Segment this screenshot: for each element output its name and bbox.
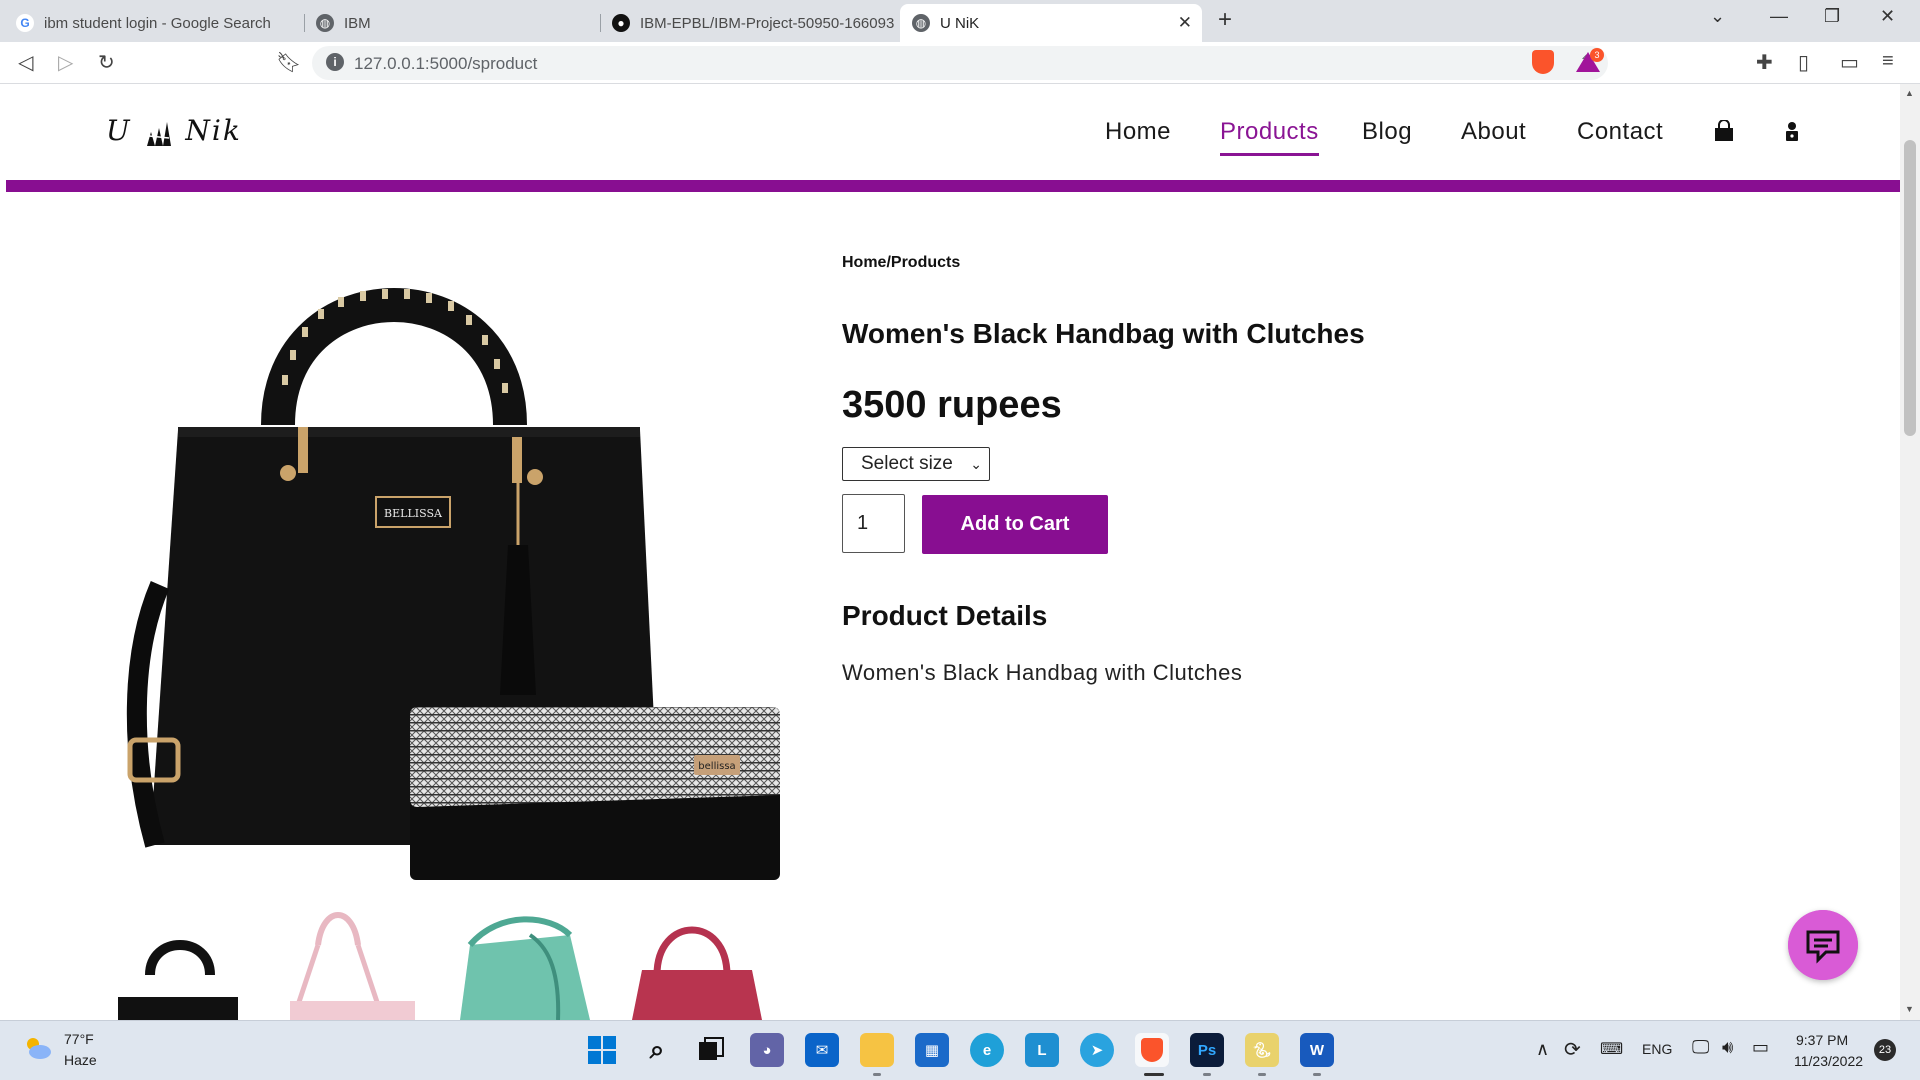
user-lock-icon[interactable] [1781,120,1803,142]
browser-toolbar: ◁ ▷ ↻ 🔖︎ i 127.0.0.1:5000/sproduct ⇪ [0,42,1920,84]
site-header: U Nik Home Products Blog About Contact [6,84,1900,180]
forward-icon[interactable]: ▷ [58,50,73,75]
scroll-down-arrow-icon[interactable]: ▼ [1905,1004,1914,1014]
weather-haze-icon[interactable] [22,1035,52,1061]
chat-button[interactable] [1788,910,1858,980]
bag-brand-label: BELLISSA [384,507,443,520]
file-explorer-icon[interactable] [860,1033,894,1067]
chevron-up-icon[interactable]: ∧ [1536,1039,1549,1060]
nav-contact[interactable]: Contact [1577,118,1663,146]
tab-github[interactable]: ● IBM-EPBL/IBM-Project-50950-166093 [600,4,900,42]
notification-badge[interactable]: 23 [1874,1039,1896,1061]
edge-icon[interactable]: e [970,1033,1004,1067]
rewards-badge: 3 [1590,48,1604,62]
thumbnail-teal-handbag[interactable] [440,905,615,1020]
tab-title: IBM-EPBL/IBM-Project-50950-166093 [640,14,895,32]
clock-date[interactable]: 11/23/2022 [1794,1053,1863,1069]
shopping-bag-icon[interactable] [1713,120,1735,142]
nav-home[interactable]: Home [1105,118,1171,146]
page-scrollbar[interactable]: ▲ ▼ [1900,84,1920,1020]
header-accent-bar [6,180,1900,192]
product-details-heading: Product Details [842,600,1048,631]
product-price: 3500 rupees [842,384,1062,426]
microsoft-store-icon[interactable]: ▦ [915,1033,949,1067]
clutch-brand-label: bellissa [698,761,735,772]
sync-icon[interactable]: ⟳ [1564,1037,1581,1062]
volume-icon[interactable]: 🔊︎ [1722,1037,1733,1058]
google-icon: G [16,14,34,32]
weather-temperature[interactable]: 77°F [64,1031,94,1047]
tab-google-search[interactable]: G ibm student login - Google Search [4,4,304,42]
telegram-icon[interactable]: ➤ [1080,1033,1114,1067]
back-icon[interactable]: ◁ [18,50,33,75]
bookmark-icon[interactable]: 🔖︎ [276,50,301,75]
brave-browser-icon[interactable] [1135,1033,1169,1067]
thumbnail-maroon-handbag[interactable] [612,905,787,1020]
tab-title: IBM [344,14,371,32]
nav-about[interactable]: About [1461,118,1526,146]
restore-icon[interactable]: ❐ [1824,6,1840,27]
tab-title: U NiK [940,14,980,32]
menu-icon[interactable]: ≡ [1882,50,1894,73]
clock-time[interactable]: 9:37 PM [1796,1032,1848,1048]
logo-bag-icon [146,121,171,146]
teams-chat-icon[interactable]: ◕ [750,1033,784,1067]
battery-icon[interactable]: ▭ [1752,1037,1769,1058]
browser-tab-bar: G ibm student login - Google Search ◍ IB… [0,0,1920,42]
language-indicator[interactable]: ENG [1642,1041,1672,1057]
nav-blog[interactable]: Blog [1362,118,1412,146]
globe-icon: ◍ [912,14,930,32]
reload-icon[interactable]: ↻ [98,50,115,75]
logo-letter: U [106,114,132,147]
scroll-thumb[interactable] [1904,140,1916,436]
task-view-icon[interactable] [694,1033,728,1067]
close-tab-icon[interactable]: ✕ [1178,13,1192,33]
minimize-icon[interactable]: — [1770,6,1788,27]
network-icon[interactable]: 🖵︎ [1692,1037,1709,1058]
logo-word: Nik [185,114,242,147]
size-select[interactable]: Select size ⌄ [842,447,990,481]
sidebar-icon[interactable]: ▯ [1798,50,1809,75]
globe-icon: ◍ [316,14,334,32]
add-to-cart-button[interactable]: Add to Cart [922,495,1108,554]
tab-ibm[interactable]: ◍ IBM [304,4,600,42]
product-main-image: BELLISSA bellissa [126,288,780,880]
github-icon: ● [612,14,630,32]
new-tab-icon[interactable]: + [1218,6,1232,34]
extensions-icon[interactable]: ✚ [1756,50,1773,75]
taskbar: 77°F Haze ⌕ ◕ ✉ ▦ e L ➤ Ps 🐍︎ W ∧ ⟳ ⌨ EN… [0,1020,1920,1080]
thumbnail-pink-handbag[interactable] [278,905,453,1020]
windows-start-icon[interactable] [585,1033,619,1067]
size-select-value: Select size [861,453,953,474]
site-logo[interactable]: U Nik [106,114,242,148]
product-details-text: Women's Black Handbag with Clutches [842,660,1243,685]
word-icon[interactable]: W [1300,1033,1334,1067]
mail-icon[interactable]: ✉ [805,1033,839,1067]
chevron-down-icon: ⌄ [970,456,982,472]
wallet-icon[interactable]: ▭ [1840,50,1859,75]
url-text[interactable]: 127.0.0.1:5000/sproduct [354,54,537,74]
keyboard-icon[interactable]: ⌨ [1600,1039,1623,1059]
address-bar[interactable]: i 127.0.0.1:5000/sproduct ⇪ [312,46,1608,80]
quantity-input[interactable]: 1 [842,494,905,553]
product-title: Women's Black Handbag with Clutches [842,318,1365,349]
tab-title: ibm student login - Google Search [44,14,271,32]
nav-products[interactable]: Products [1220,118,1319,156]
photoshop-icon[interactable]: Ps [1190,1033,1224,1067]
brave-shield-icon[interactable] [1532,50,1554,74]
breadcrumb[interactable]: Home/Products [842,254,960,272]
site-info-icon[interactable]: i [326,53,344,71]
tab-unik[interactable]: ◍ U NiK ✕ [900,4,1202,42]
weather-condition[interactable]: Haze [64,1052,97,1068]
close-window-icon[interactable]: ✕ [1880,6,1895,27]
l-app-icon[interactable]: L [1025,1033,1059,1067]
search-icon[interactable]: ⌕ [640,1033,674,1067]
scroll-up-arrow-icon[interactable]: ▲ [1905,88,1914,98]
thumbnail-black-handbag[interactable] [100,905,275,1020]
tab-search-chevron-icon[interactable]: ⌄ [1710,6,1725,27]
python-idle-icon[interactable]: 🐍︎ [1245,1033,1279,1067]
